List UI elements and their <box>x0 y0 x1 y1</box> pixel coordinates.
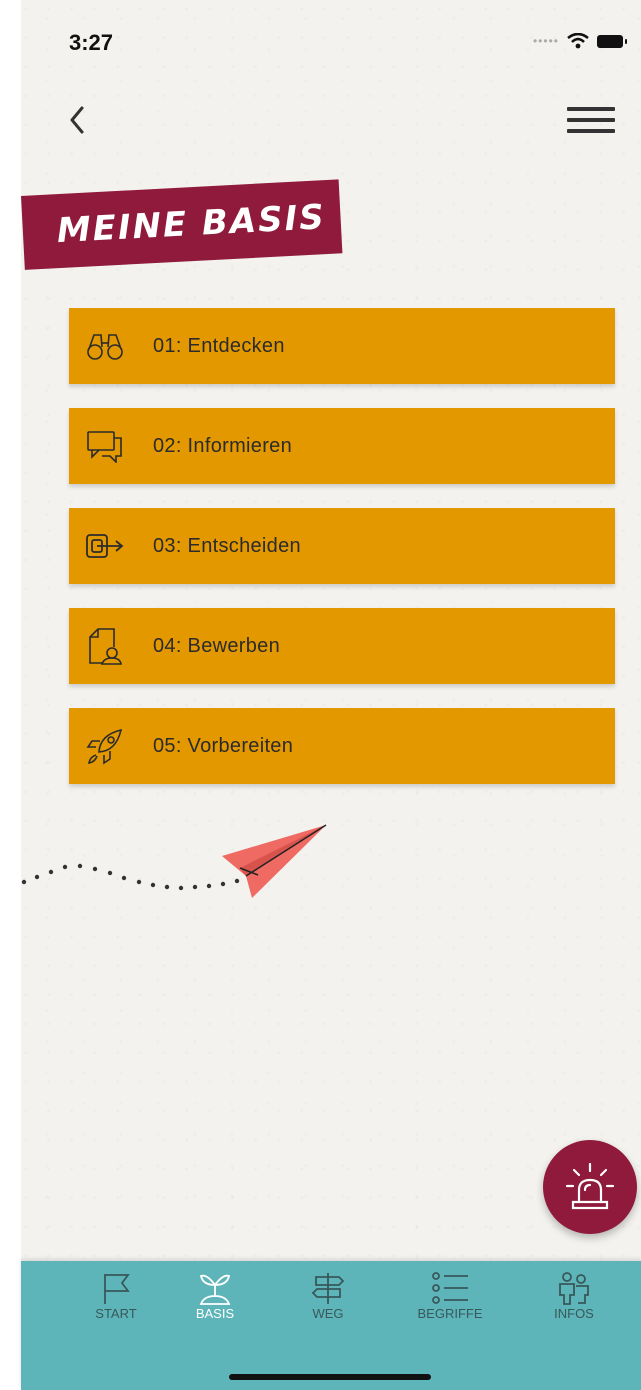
tab-weg[interactable]: WEG <box>283 1271 373 1321</box>
tab-label: WEG <box>312 1306 344 1321</box>
wifi-icon <box>567 33 589 49</box>
hamburger-line <box>567 129 615 133</box>
decision-arrow-icon <box>85 526 125 566</box>
signpost-icon <box>311 1273 345 1304</box>
menu-item-label: 04: Bewerben <box>153 634 281 657</box>
people-icon <box>559 1272 589 1305</box>
tab-label: INFOS <box>554 1306 594 1321</box>
menu-item-vorbereiten[interactable]: 05: Vorbereiten <box>69 708 615 784</box>
tab-infos[interactable]: INFOS <box>529 1271 619 1321</box>
chat-bubbles-icon <box>85 426 125 466</box>
menu-item-label: 02: Informieren <box>153 434 293 457</box>
tab-basis[interactable]: BASIS <box>170 1271 260 1321</box>
menu-item-label: 03: Entscheiden <box>153 534 301 557</box>
emergency-alarm-button[interactable] <box>543 1140 637 1234</box>
status-time: 3:27 <box>69 30 114 55</box>
tab-label: BEGRIFFE <box>417 1306 483 1321</box>
menu-list: 01: Entdecken 02: Informieren 03: Entsch… <box>69 308 615 808</box>
menu-item-entdecken[interactable]: 01: Entdecken <box>69 308 615 384</box>
status-icons: ••••• <box>532 33 627 49</box>
menu-item-entscheiden[interactable]: 03: Entscheiden <box>69 508 615 584</box>
paper-plane-illustration <box>21 824 327 898</box>
page-title: MEINE BASIS <box>55 197 327 252</box>
tab-begriffe[interactable]: BEGRIFFE <box>405 1271 495 1321</box>
tab-label: BASIS <box>195 1306 235 1321</box>
menu-item-bewerben[interactable]: 04: Bewerben <box>69 608 615 684</box>
menu-item-informieren[interactable]: 02: Informieren <box>69 408 615 484</box>
signal-dots-icon: ••••• <box>532 34 559 48</box>
bottom-tab-bar: START BASIS WEG BEGRIFFE INFOS <box>21 1261 641 1390</box>
hamburger-line <box>567 118 615 122</box>
list-icon <box>432 1272 468 1304</box>
flag-icon <box>104 1274 130 1304</box>
rocket-icon <box>85 726 125 766</box>
back-button[interactable] <box>64 102 94 138</box>
binoculars-icon <box>85 326 125 366</box>
hamburger-menu-button[interactable] <box>567 107 615 137</box>
tab-label: START <box>95 1306 137 1321</box>
siren-icon <box>565 1162 615 1210</box>
home-indicator <box>229 1374 431 1380</box>
document-person-icon <box>85 626 125 666</box>
tab-start[interactable]: START <box>71 1271 161 1321</box>
sprout-icon <box>199 1274 231 1305</box>
battery-icon <box>597 34 627 48</box>
chevron-left-icon <box>70 106 84 134</box>
menu-item-label: 05: Vorbereiten <box>153 734 294 757</box>
hamburger-line <box>567 107 615 111</box>
menu-item-label: 01: Entdecken <box>153 334 285 357</box>
